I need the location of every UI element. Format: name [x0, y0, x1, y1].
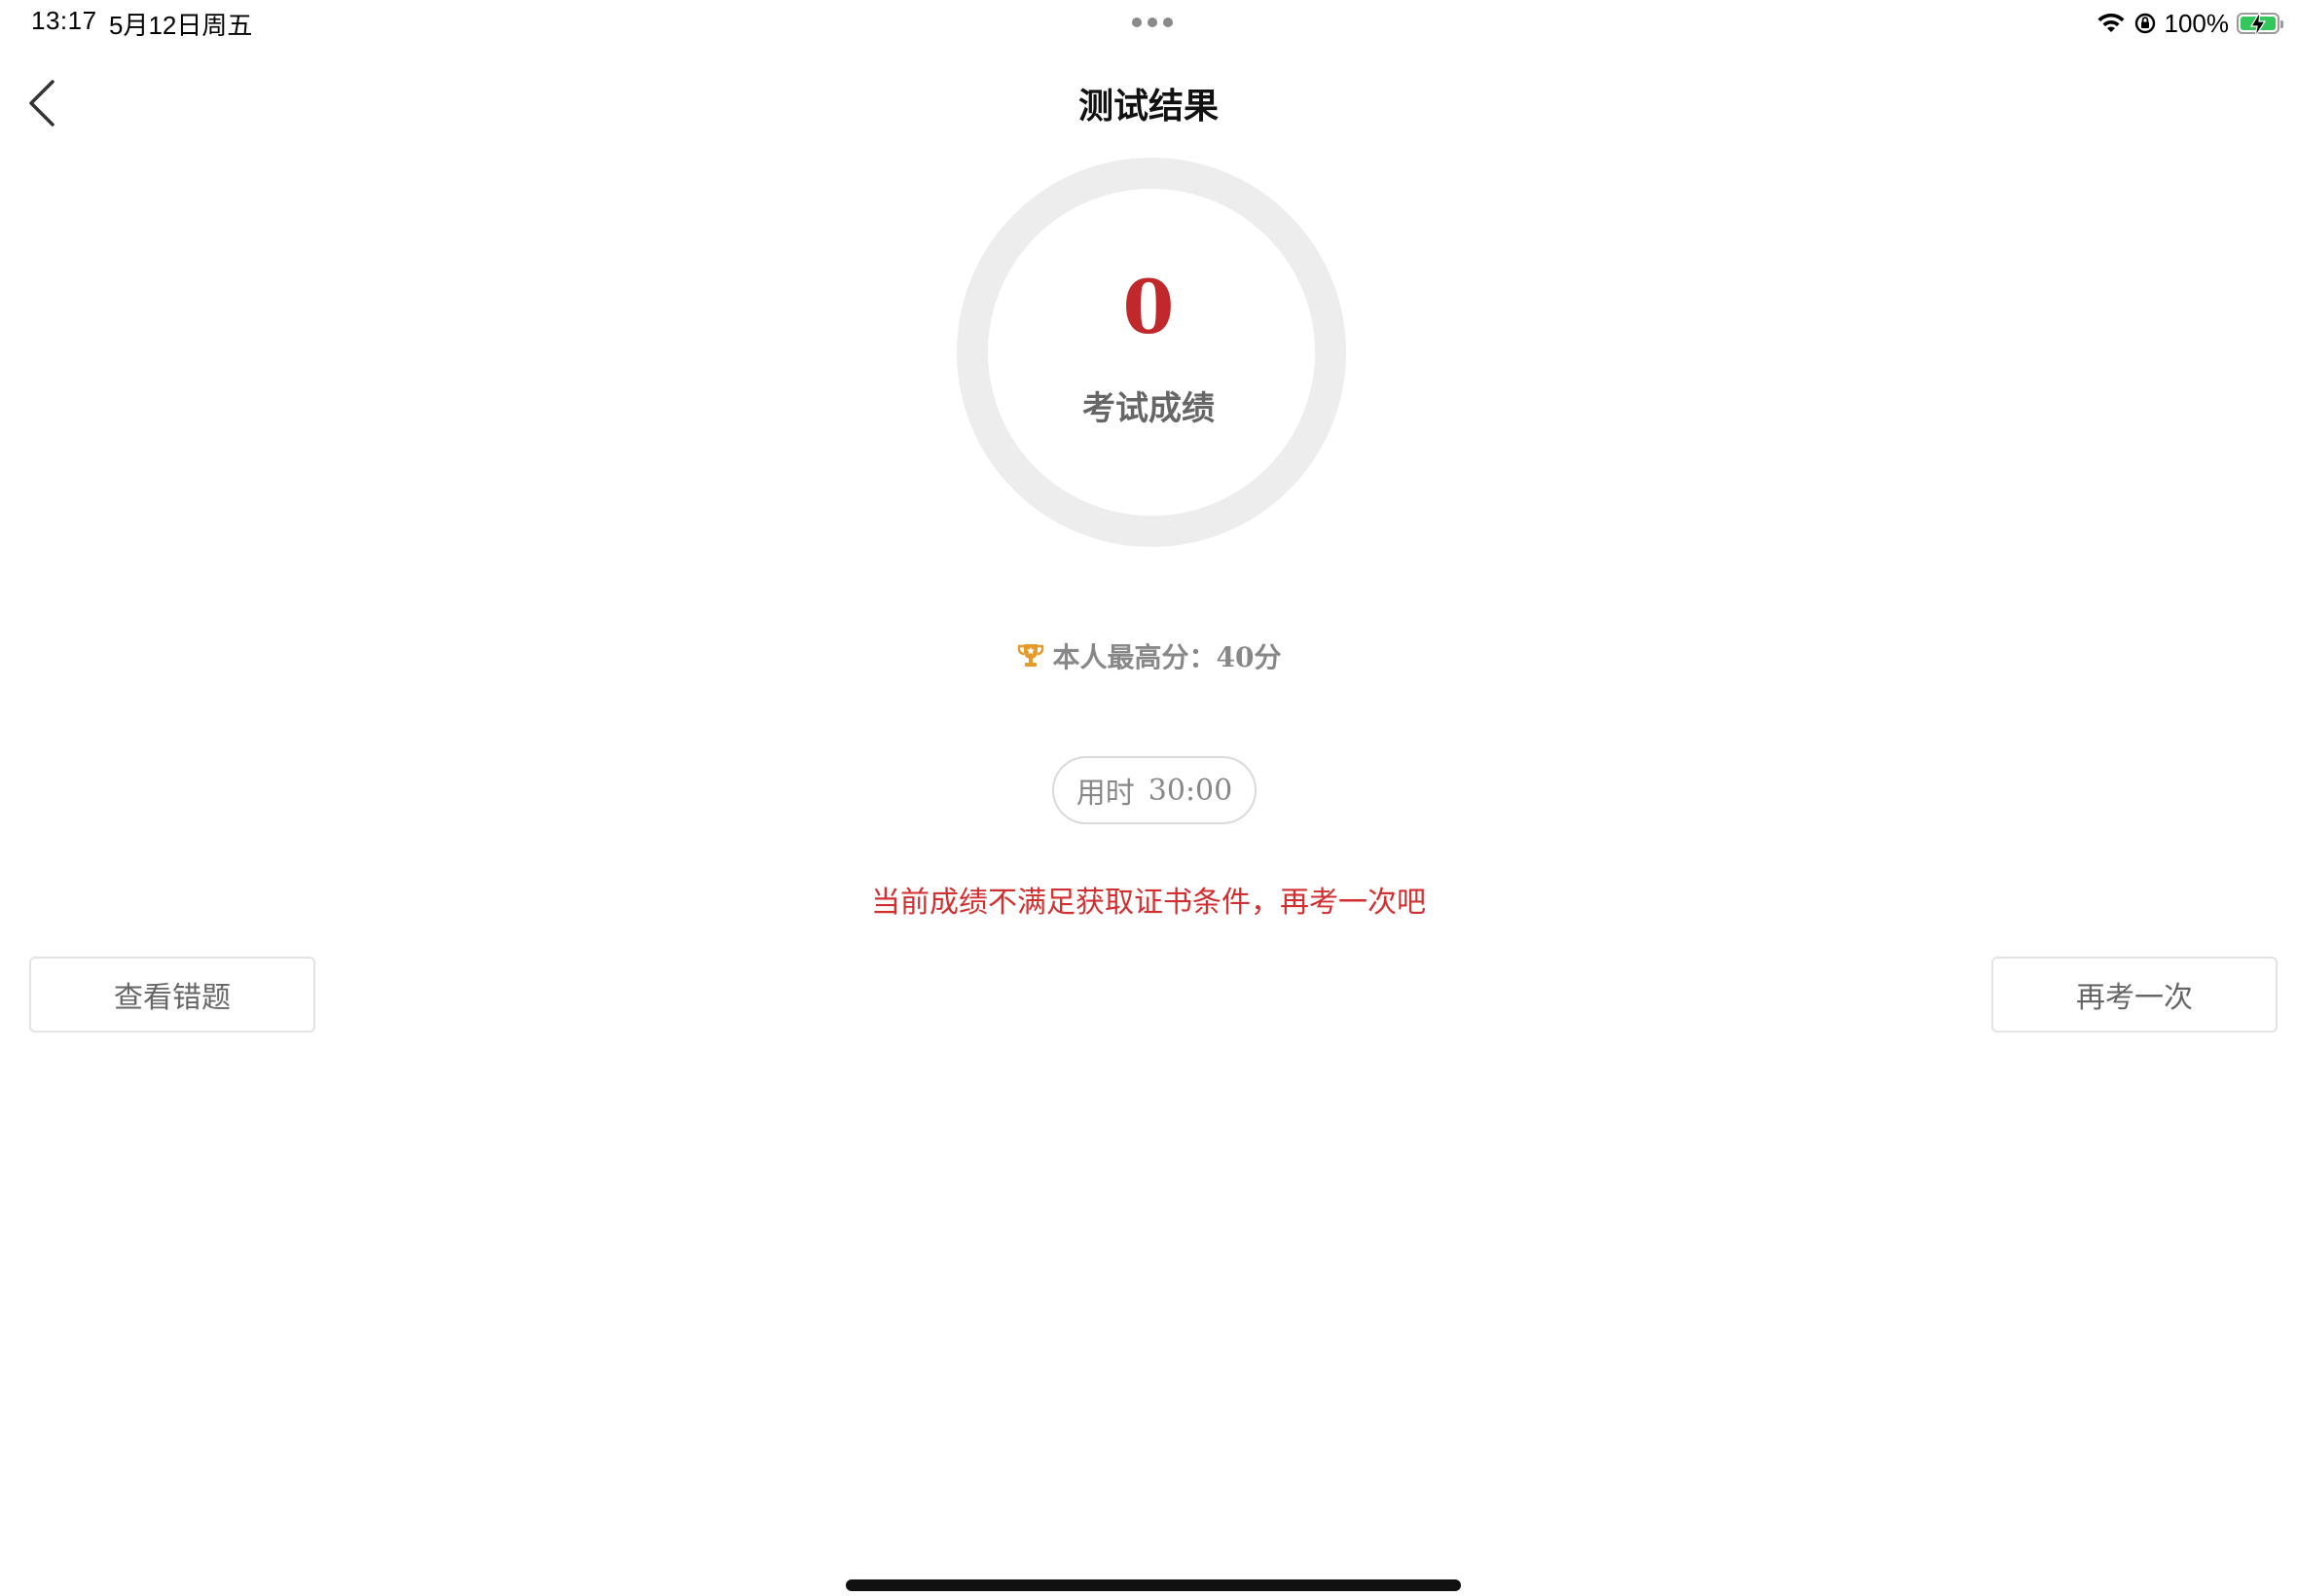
exam-score: 0 [1122, 264, 1175, 350]
review-wrong-answers-button[interactable]: 查看错题 [29, 957, 315, 1033]
duration-pill: 用时 30:00 [1052, 756, 1257, 824]
battery-icon [2237, 12, 2283, 37]
orientation-lock-icon [2134, 13, 2155, 34]
retake-exam-button[interactable]: 再考一次 [1991, 957, 2278, 1033]
home-indicator[interactable] [846, 1579, 1461, 1591]
battery-percentage: 100% [2164, 8, 2230, 38]
page-title: 测试结果 [1077, 86, 1219, 127]
status-time: 13:17 [31, 6, 97, 35]
duration-label: 用时 [1076, 777, 1135, 811]
best-score-text: 本人最高分：40分 [1052, 641, 1282, 673]
trophy-icon [1017, 644, 1043, 667]
status-date: 5月12日周五 [109, 11, 253, 40]
duration-value: 30:00 [1148, 773, 1233, 808]
wifi-icon [2097, 13, 2124, 32]
certificate-warning-message: 当前成绩不满足获取证书条件，再考一次吧 [871, 886, 1426, 920]
exam-score-label: 考试成绩 [1082, 389, 1215, 428]
test-result-page: 13:17 5月12日周五 100% 测试结果 0 考试成绩 本人最高分：40分… [0, 0, 2297, 1596]
status-indicators: 100% [2096, 4, 2283, 43]
score-ring [957, 158, 1346, 547]
multitasking-dots-icon[interactable] [1132, 18, 1173, 27]
best-score: 本人最高分：40分 [0, 636, 2297, 675]
